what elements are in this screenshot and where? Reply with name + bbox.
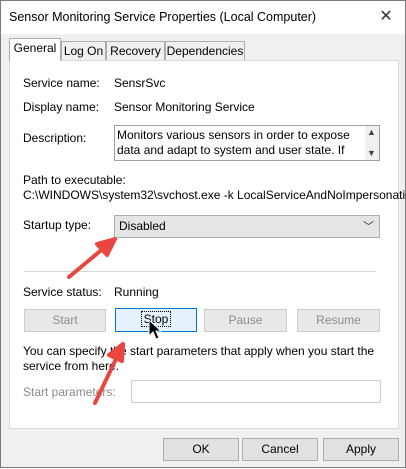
description-value: Monitors various sensors in order to exp…	[117, 128, 350, 160]
path-value: C:\WINDOWS\system32\svchost.exe -k Local…	[23, 188, 406, 202]
service-name-value: SensrSvc	[114, 76, 166, 90]
start-parameters-help: You can specify the start parameters tha…	[23, 344, 375, 373]
display-name-value: Sensor Monitoring Service	[114, 100, 255, 114]
display-name-label: Display name:	[23, 100, 100, 114]
scroll-up-icon[interactable]: ▲	[367, 127, 376, 137]
close-icon[interactable]: ✕	[371, 3, 401, 31]
resume-button[interactable]: Resume	[297, 309, 380, 332]
cancel-button[interactable]: Cancel	[242, 438, 318, 461]
path-label: Path to executable:	[23, 173, 126, 187]
startup-type-value: Disabled	[119, 219, 166, 233]
chevron-down-icon[interactable]: ﹀	[363, 218, 374, 234]
tab-recovery[interactable]: Recovery	[106, 41, 165, 60]
description-label: Description:	[23, 131, 87, 145]
description-textbox[interactable]: Monitors various sensors in order to exp…	[114, 125, 380, 161]
scroll-down-icon[interactable]: ▼	[367, 148, 376, 158]
tab-dependencies[interactable]: Dependencies	[165, 41, 245, 60]
service-name-label: Service name:	[23, 76, 100, 90]
general-tab-panel: Service name: SensrSvc Display name: Sen…	[9, 60, 406, 429]
start-parameters-input[interactable]	[131, 380, 381, 403]
section-divider	[24, 271, 376, 272]
apply-button[interactable]: Apply	[323, 438, 399, 461]
pause-button[interactable]: Pause	[204, 309, 287, 332]
description-scrollbar[interactable]: ▲ ▼	[365, 126, 379, 160]
window-title: Sensor Monitoring Service Properties (Lo…	[9, 10, 317, 24]
mouse-cursor-icon	[148, 319, 162, 340]
start-parameters-label: Start parameters:	[23, 385, 116, 399]
start-button[interactable]: Start	[24, 309, 106, 332]
properties-dialog: Sensor Monitoring Service Properties (Lo…	[0, 0, 406, 468]
tab-log-on[interactable]: Log On	[61, 41, 106, 60]
service-status-label: Service status:	[23, 285, 102, 299]
ok-button[interactable]: OK	[163, 438, 239, 461]
service-status-value: Running	[114, 285, 159, 299]
startup-type-label: Startup type:	[23, 218, 92, 232]
tab-general[interactable]: General	[9, 38, 61, 61]
startup-type-select[interactable]: Disabled ﹀	[114, 215, 380, 238]
title-bar: Sensor Monitoring Service Properties (Lo…	[1, 1, 405, 34]
